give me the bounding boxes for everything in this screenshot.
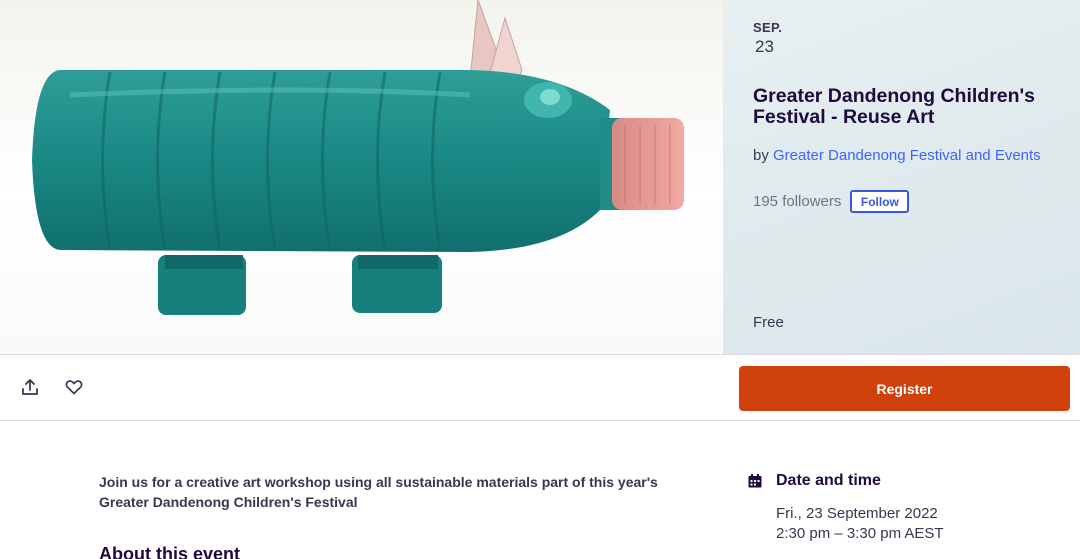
event-title: Greater Dandenong Children's Festival - … <box>753 85 1036 128</box>
about-heading: About this event <box>99 544 241 559</box>
organizer-link[interactable]: Greater Dandenong Festival and Events <box>773 147 1041 164</box>
organizer-line: by Greater Dandenong Festival and Events <box>753 146 1053 166</box>
follow-button[interactable]: Follow <box>850 190 910 213</box>
event-date-month: SEP. <box>753 20 783 35</box>
bottle-pig-illustration <box>32 0 684 315</box>
heart-icon <box>65 380 83 395</box>
event-page: SEP. 23 Greater Dandenong Children's Fes… <box>0 0 1080 559</box>
action-bar: Register <box>0 354 1080 421</box>
date-time-header: Date and time <box>747 472 1067 490</box>
event-price: Free <box>753 314 784 331</box>
register-button[interactable]: Register <box>739 366 1070 411</box>
event-summary: Join us for a creative art workshop usin… <box>99 474 658 510</box>
followers-row: 195 followers Follow <box>753 190 910 213</box>
organizer-prefix: by <box>753 147 774 164</box>
follower-count: 195 followers <box>753 193 842 210</box>
date-time-heading: Date and time <box>776 472 881 489</box>
share-button[interactable] <box>18 375 42 399</box>
event-info-panel: SEP. 23 Greater Dandenong Children's Fes… <box>723 0 1080 354</box>
share-icon <box>22 379 38 395</box>
event-time-text: 2:30 pm – 3:30 pm AEST <box>776 525 944 542</box>
date-time-section: Date and time Fri., 23 September 2022 2:… <box>747 472 1067 542</box>
event-image <box>0 0 723 354</box>
event-hero: SEP. 23 Greater Dandenong Children's Fes… <box>0 0 1080 354</box>
like-button[interactable] <box>62 375 86 399</box>
event-date-day: 23 <box>755 37 774 56</box>
calendar-icon <box>747 473 763 489</box>
event-date-text: Fri., 23 September 2022 <box>776 505 938 522</box>
